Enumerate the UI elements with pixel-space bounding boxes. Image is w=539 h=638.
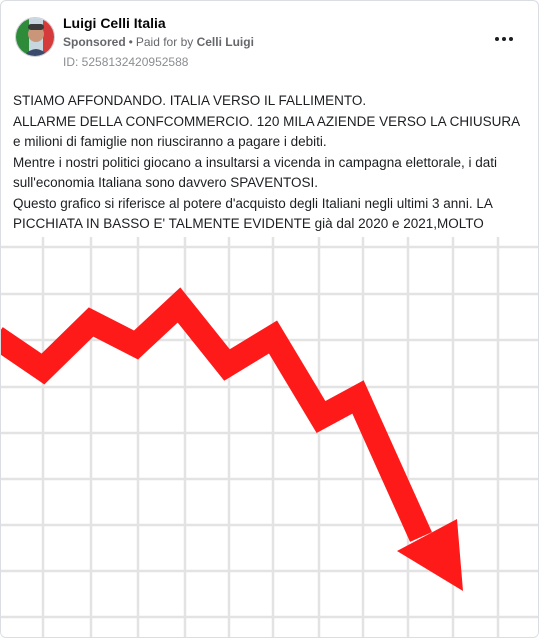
post-text-line: STIAMO AFFONDANDO. ITALIA VERSO IL FALLI…	[13, 93, 367, 108]
paid-for-label: Paid for by	[135, 35, 194, 49]
post-text-line: Mentre i nostri politici giocano a insul…	[13, 154, 498, 191]
page-avatar[interactable]	[15, 17, 55, 57]
sponsored-label[interactable]: Sponsored	[63, 35, 126, 49]
post-meta: Luigi Celli Italia Sponsored • Paid for by…	[63, 13, 254, 71]
sponsored-post-card: Luigi Celli Italia Sponsored • Paid for by…	[0, 0, 539, 638]
sponsored-line: Sponsored • Paid for by Celli Luigi	[63, 34, 254, 51]
more-options-icon[interactable]	[492, 33, 516, 45]
payer-name: Celli Luigi	[196, 35, 254, 49]
post-body: STIAMO AFFONDANDO. ITALIA VERSO IL FALLI…	[13, 91, 527, 255]
post-text-line: ALLARME DELLA CONFCOMMERCIO. 120 MILA AZ…	[13, 113, 520, 150]
page-name-link[interactable]: Luigi Celli Italia	[63, 13, 254, 33]
declining-trend-arrow-icon	[1, 237, 538, 637]
post-header: Luigi Celli Italia Sponsored • Paid for by…	[13, 13, 526, 73]
ad-id: ID: 5258132420952588	[63, 55, 189, 69]
separator-dot: •	[128, 35, 133, 49]
post-image[interactable]	[1, 237, 538, 637]
